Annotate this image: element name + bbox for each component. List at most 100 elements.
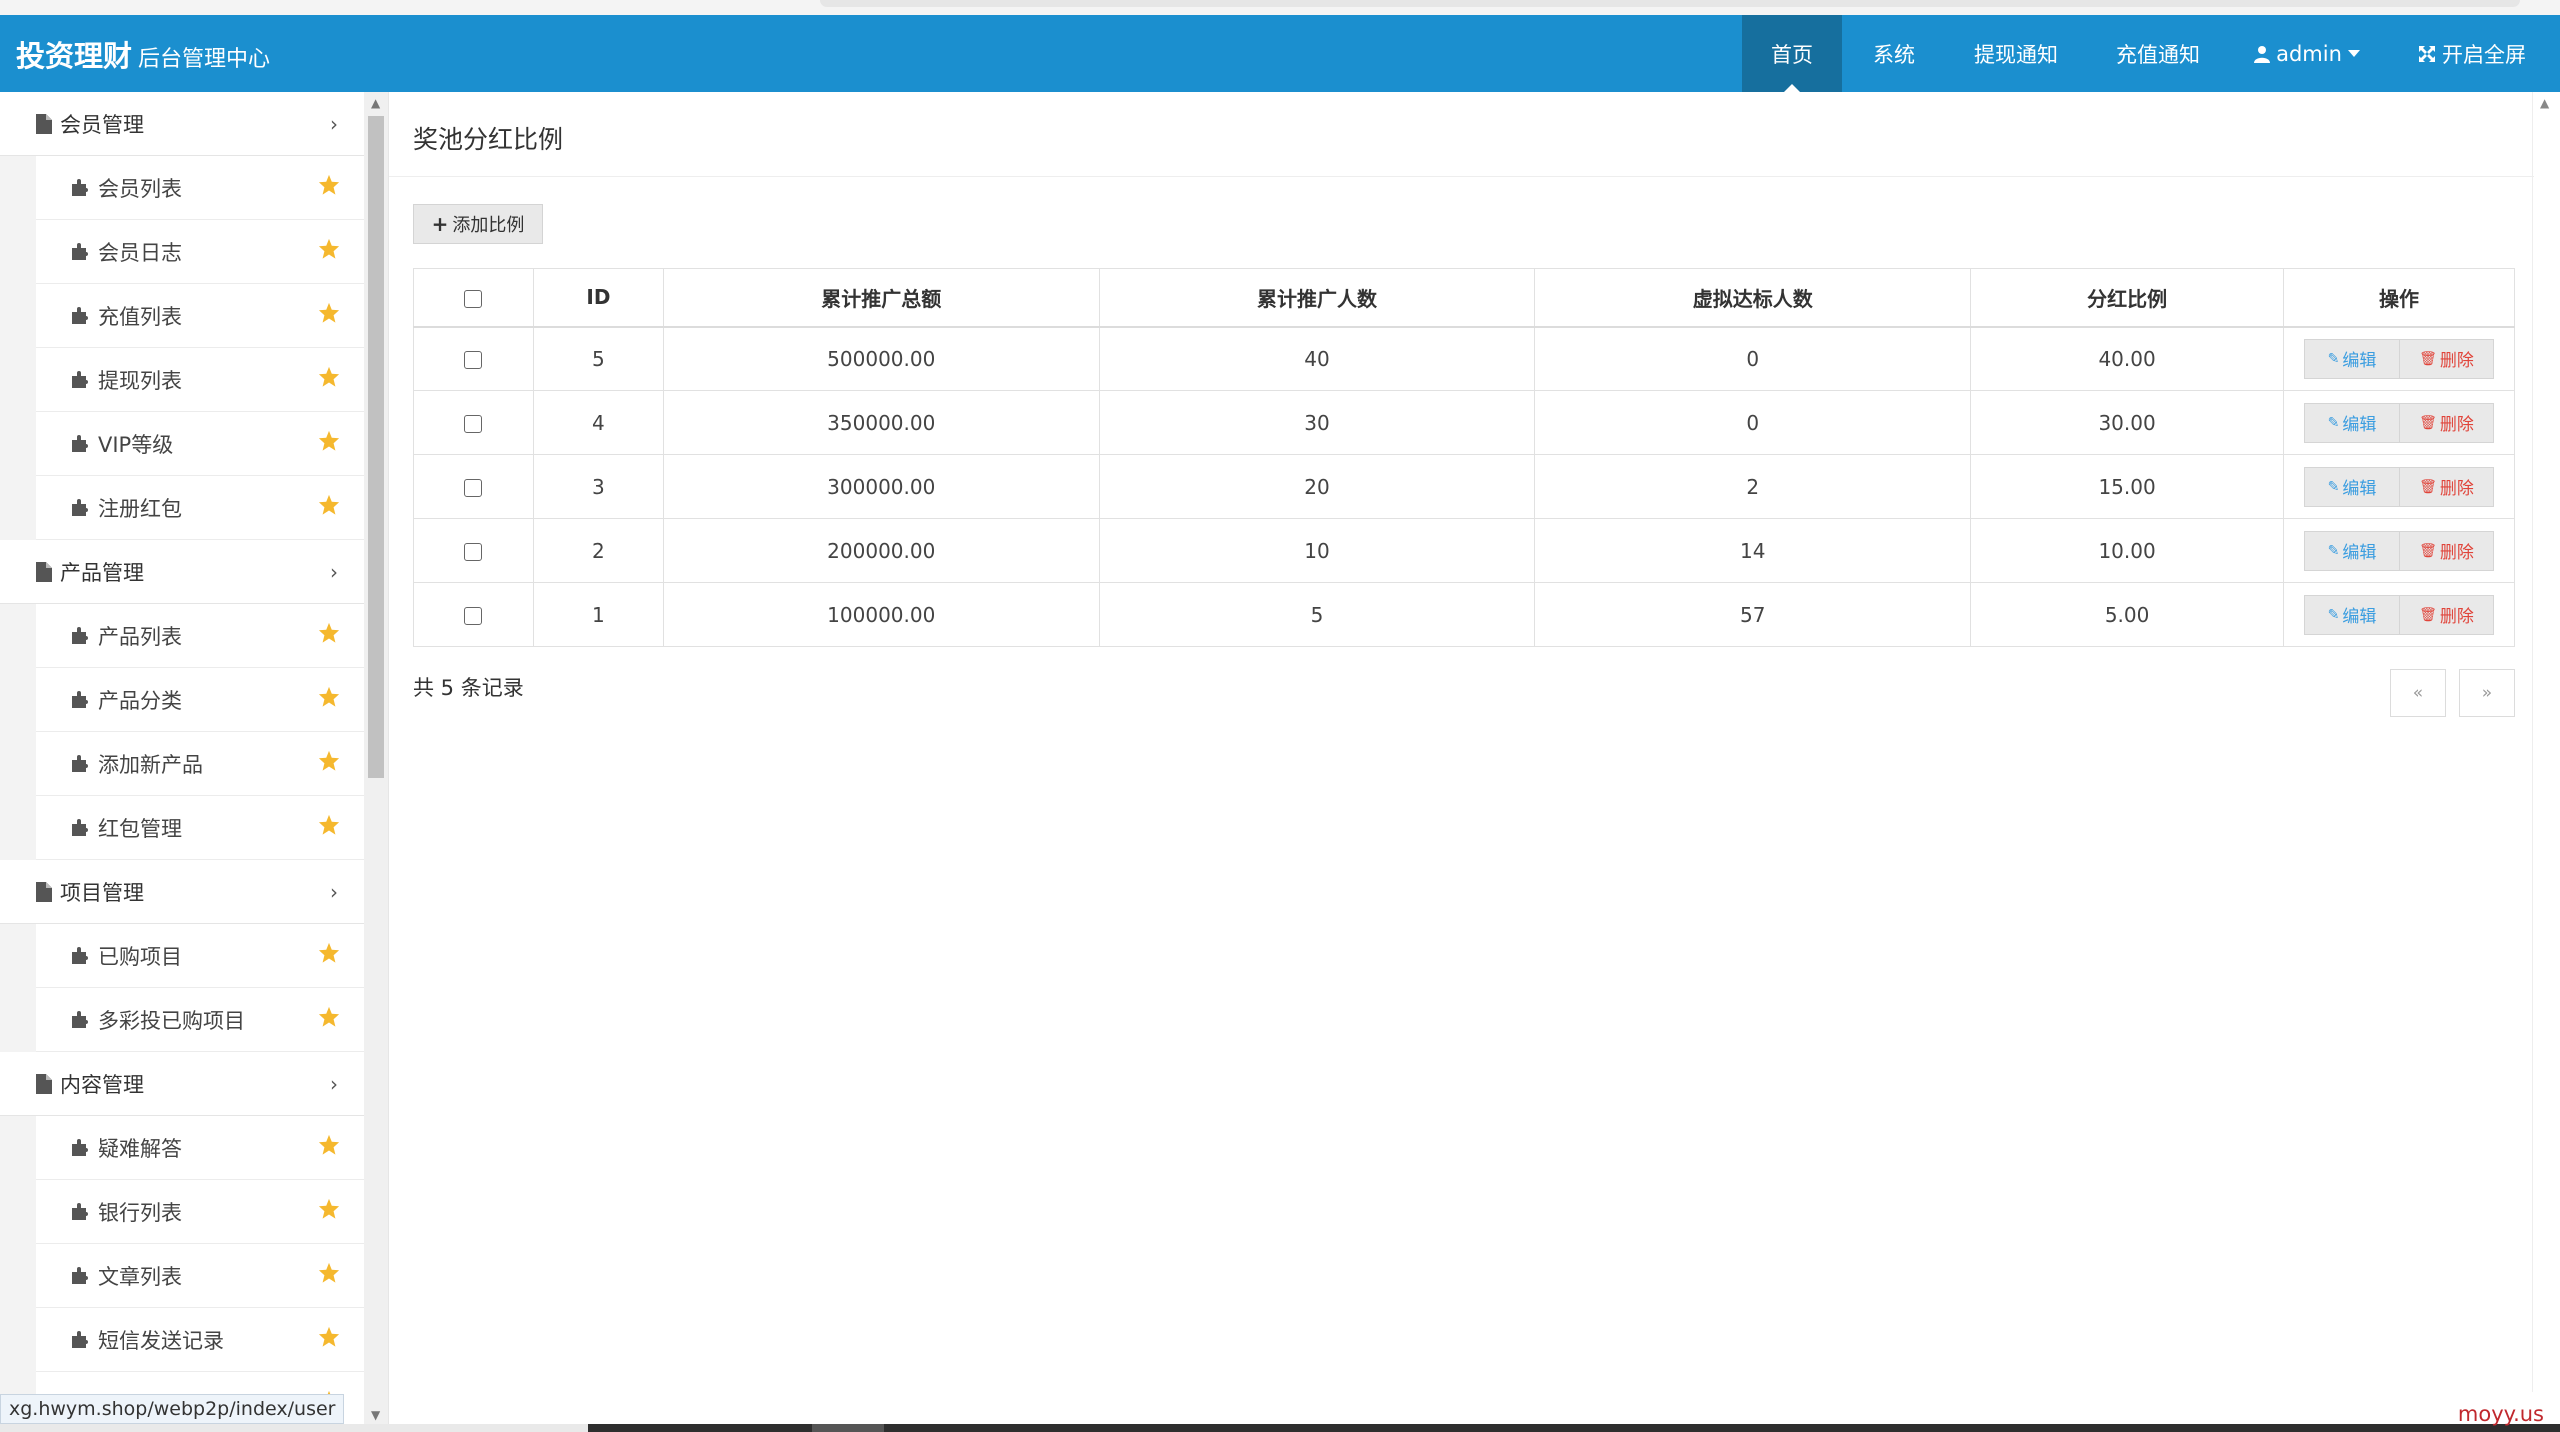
sidebar-item-label: 已购项目 (98, 944, 182, 969)
puzzle-icon (72, 306, 88, 324)
nav-withdraw-notice[interactable]: 提现通知 (1946, 15, 2086, 92)
sidebar-item-label: 多彩投已购项目 (98, 1008, 245, 1033)
cell-ratio: 10.00 (1970, 518, 2284, 583)
nav-recharge-notice[interactable]: 充值通知 (2086, 15, 2230, 92)
sidebar-item-article-list[interactable]: 文章列表 (36, 1244, 364, 1308)
select-all-checkbox[interactable] (464, 289, 483, 308)
scrollbar-thumb[interactable] (368, 116, 384, 778)
trash-icon: 🗑 (2419, 414, 2437, 431)
star-icon (318, 366, 340, 387)
edit-button[interactable]: ✎ 编辑 (2305, 467, 2399, 506)
trash-icon: 🗑 (2419, 350, 2437, 367)
nav-home[interactable]: 首页 (1742, 15, 1842, 92)
row-actions: ✎ 编辑 🗑 删除 (2304, 402, 2494, 443)
table-row: 3 300000.00 20 2 15.00 ✎ 编辑 🗑 删除 (413, 454, 2515, 519)
puzzle-icon (72, 818, 88, 836)
edit-icon: ✎ (2327, 350, 2340, 367)
star-icon (318, 942, 340, 963)
sidebar-item-product-list[interactable]: 产品列表 (36, 604, 364, 668)
delete-button[interactable]: 🗑 删除 (2399, 531, 2493, 570)
sidebar-item-recharge-list[interactable]: 充值列表 (36, 284, 364, 348)
sidebar-item-add-product[interactable]: 添加新产品 (36, 732, 364, 796)
fullscreen-icon (2419, 45, 2435, 62)
star-icon (318, 686, 340, 707)
nav-admin-dropdown[interactable]: admin (2230, 15, 2384, 92)
nav-admin-label: admin (2276, 41, 2342, 66)
nav-fullscreen[interactable]: 开启全屏 (2384, 15, 2560, 92)
star-icon (318, 1326, 340, 1347)
sidebar-item-member-list[interactable]: 会员列表 (36, 156, 364, 220)
divider (389, 176, 2534, 177)
puzzle-icon (72, 626, 88, 644)
taskbar-strip (0, 1424, 2560, 1432)
sidebar-item-product-category[interactable]: 产品分类 (36, 668, 364, 732)
sidebar-item-vip-level[interactable]: VIP等级 (36, 412, 364, 476)
cell-referral-count: 10 (1098, 518, 1536, 583)
row-checkbox[interactable] (464, 415, 483, 433)
column-header: 分红比例 (1970, 268, 2284, 328)
chevron-right-icon: › (330, 1072, 338, 1096)
sidebar-group-product[interactable]: 产品管理 › (0, 540, 364, 604)
cell-referral-count: 40 (1098, 326, 1536, 391)
row-checkbox[interactable] (464, 607, 483, 625)
sidebar-item-bank-list[interactable]: 银行列表 (36, 1180, 364, 1244)
delete-button[interactable]: 🗑 删除 (2399, 595, 2493, 634)
star-icon (318, 750, 340, 771)
nav-system[interactable]: 系统 (1842, 15, 1946, 92)
row-checkbox[interactable] (464, 479, 483, 497)
file-icon (36, 1073, 52, 1094)
sidebar-item-withdraw-list[interactable]: 提现列表 (36, 348, 364, 412)
cell-total-amount: 500000.00 (662, 326, 1100, 391)
delete-button[interactable]: 🗑 删除 (2399, 467, 2493, 506)
cell-ratio: 40.00 (1970, 326, 2284, 391)
edit-button[interactable]: ✎ 编辑 (2305, 531, 2399, 570)
sidebar-item-sms-log[interactable]: 短信发送记录 (36, 1308, 364, 1372)
edit-button[interactable]: ✎ 编辑 (2305, 339, 2399, 378)
delete-button[interactable]: 🗑 删除 (2399, 339, 2493, 378)
puzzle-icon (72, 690, 88, 708)
cell-virtual-count: 2 (1534, 454, 1972, 519)
sidebar-item-label: 注册红包 (98, 496, 182, 521)
edit-button[interactable]: ✎ 编辑 (2305, 595, 2399, 634)
puzzle-icon (72, 1138, 88, 1156)
star-icon (318, 238, 340, 259)
cell-total-amount: 100000.00 (662, 582, 1100, 647)
edit-label: 编辑 (2342, 543, 2377, 563)
sidebar-item-purchased-projects[interactable]: 已购项目 (36, 924, 364, 988)
nav-withdraw-notice-label: 提现通知 (1974, 42, 2058, 67)
delete-button[interactable]: 🗑 删除 (2399, 403, 2493, 442)
sidebar-scrollbar[interactable]: ▲ ▼ (364, 92, 388, 1432)
scroll-down-arrow-icon[interactable]: ▼ (371, 1408, 380, 1422)
sidebar-item-register-bonus[interactable]: 注册红包 (36, 476, 364, 540)
sidebar-item-colorful-purchased[interactable]: 多彩投已购项目 (36, 988, 364, 1052)
cell-virtual-count: 0 (1534, 390, 1972, 455)
cell-actions: ✎ 编辑 🗑 删除 (2283, 454, 2515, 519)
row-checkbox[interactable] (464, 543, 483, 561)
brand-subtitle: 后台管理中心 (138, 47, 271, 72)
sidebar-group-content[interactable]: 内容管理 › (0, 1052, 364, 1116)
sidebar-item-redpacket[interactable]: 红包管理 (36, 796, 364, 860)
sidebar-group-project[interactable]: 项目管理 › (0, 860, 364, 924)
add-ratio-button[interactable]: + 添加比例 (413, 204, 543, 244)
sidebar-item-label: 会员日志 (98, 240, 182, 265)
pagination-prev-button[interactable]: « (2390, 669, 2446, 717)
cell-ratio: 5.00 (1970, 582, 2284, 647)
column-header: ID (532, 268, 664, 328)
sidebar-group-member[interactable]: 会员管理 › (0, 92, 364, 156)
sidebar-item-faq[interactable]: 疑难解答 (36, 1116, 364, 1180)
sidebar-item-member-log[interactable]: 会员日志 (36, 220, 364, 284)
content-scroll-up-icon[interactable]: ▲ (2540, 96, 2549, 110)
nav-fullscreen-label: 开启全屏 (2442, 42, 2526, 67)
star-icon (318, 1198, 340, 1219)
brand[interactable]: 投资理财 后台管理中心 (16, 33, 270, 75)
scroll-up-arrow-icon[interactable]: ▲ (371, 96, 380, 110)
row-checkbox[interactable] (464, 351, 483, 370)
edit-button[interactable]: ✎ 编辑 (2305, 403, 2399, 442)
puzzle-icon (72, 1202, 88, 1220)
edit-label: 编辑 (2342, 351, 2377, 372)
browser-top-strip (0, 0, 2560, 15)
sidebar-item-label: 提现列表 (98, 368, 182, 393)
column-header: 累计推广总额 (662, 268, 1100, 328)
pagination-next-button[interactable]: » (2459, 669, 2515, 717)
star-icon (318, 302, 340, 323)
